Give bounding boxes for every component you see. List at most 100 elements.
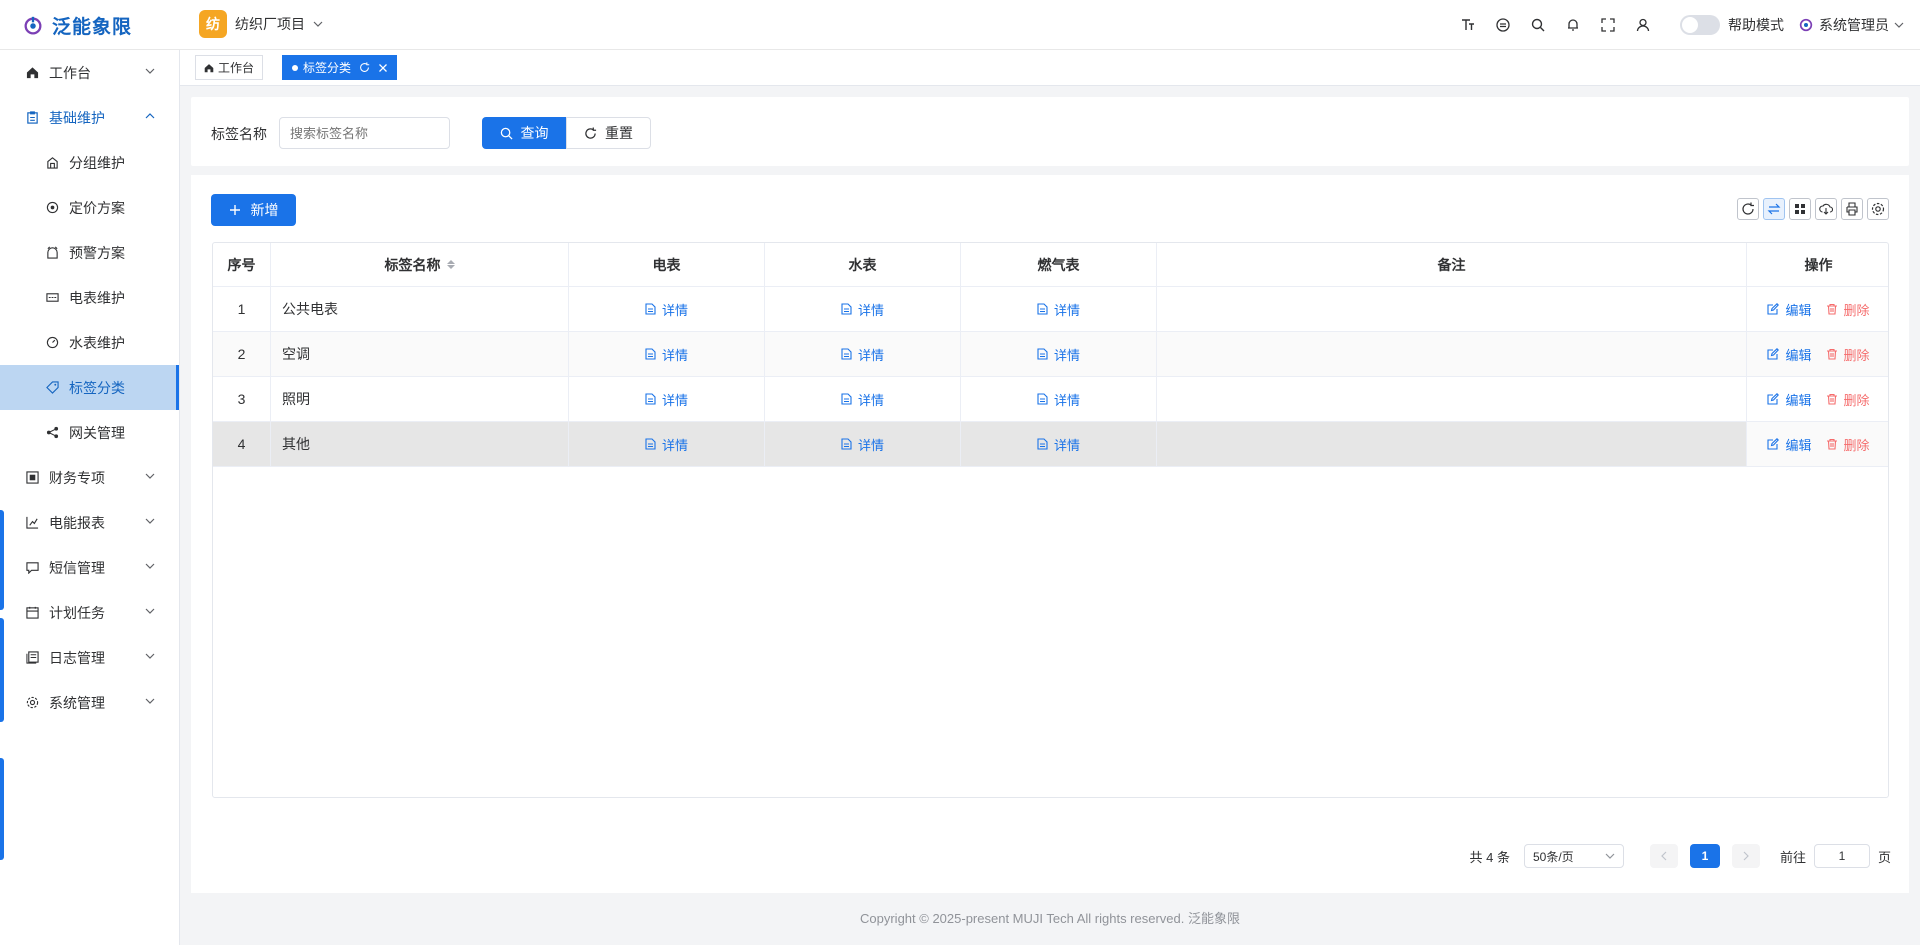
chevron-down-icon bbox=[143, 514, 157, 528]
search-icon bbox=[500, 127, 513, 140]
cell-electric-meter: 详情 bbox=[569, 377, 765, 421]
sidebar-item-alert-plan[interactable]: 预警方案 bbox=[0, 230, 179, 275]
electric-meter-detail-link[interactable]: 详情 bbox=[645, 390, 688, 409]
sidebar-edge-handle[interactable] bbox=[0, 758, 4, 860]
electric-meter-detail-link[interactable]: 详情 bbox=[645, 300, 688, 319]
page-unit-label: 页 bbox=[1877, 849, 1891, 865]
theme-icon[interactable] bbox=[1485, 12, 1520, 38]
help-mode-toggle[interactable] bbox=[1680, 15, 1720, 35]
add-button[interactable]: 新增 bbox=[211, 194, 296, 226]
next-page-button[interactable] bbox=[1731, 844, 1760, 868]
edit-button[interactable]: 编辑 bbox=[1767, 435, 1812, 454]
delete-button[interactable]: 删除 bbox=[1826, 435, 1870, 454]
meter-icon bbox=[45, 290, 59, 304]
sidebar-item-workbench[interactable]: 工作台 bbox=[0, 50, 179, 95]
sidebar-item-energy-report[interactable]: 电能报表 bbox=[0, 500, 179, 545]
sidebar-item-gateway[interactable]: 网关管理 bbox=[0, 410, 179, 455]
delete-button[interactable]: 删除 bbox=[1826, 345, 1870, 364]
water-meter-detail-link[interactable]: 详情 bbox=[841, 345, 884, 364]
total-count: 共 4 条 bbox=[1469, 849, 1510, 865]
sidebar-edge-handle[interactable] bbox=[0, 618, 4, 722]
column-header-water-meter: 水表 bbox=[765, 243, 961, 286]
gas-meter-detail-link[interactable]: 详情 bbox=[1037, 435, 1080, 454]
project-switcher[interactable]: 纺 纺织厂项目 bbox=[199, 10, 323, 38]
report-icon bbox=[25, 515, 39, 529]
chevron-right-icon bbox=[1743, 851, 1749, 861]
sidebar-item-system[interactable]: 系统管理 bbox=[0, 680, 179, 725]
page-size-select[interactable]: 50条/页 bbox=[1523, 844, 1624, 868]
sidebar-item-electric-meter[interactable]: 电表维护 bbox=[0, 275, 179, 320]
electric-meter-detail-link[interactable]: 详情 bbox=[645, 435, 688, 454]
tab-tag-category[interactable]: 标签分类 bbox=[282, 55, 398, 80]
pagination: 共 4 条 50条/页 1 前往 1 页 bbox=[1469, 844, 1891, 868]
sidebar-item-pricing-plan[interactable]: 定价方案 bbox=[0, 185, 179, 230]
gas-meter-detail-link[interactable]: 详情 bbox=[1037, 300, 1080, 319]
bell-icon[interactable] bbox=[1555, 12, 1590, 38]
user-menu[interactable]: 系统管理员 bbox=[1798, 15, 1904, 35]
water-meter-detail-link[interactable]: 详情 bbox=[841, 435, 884, 454]
sidebar-item-group-maintenance[interactable]: 分组维护 bbox=[0, 140, 179, 185]
refresh-icon[interactable] bbox=[359, 62, 370, 73]
sidebar-item-label: 分组维护 bbox=[69, 154, 125, 171]
chevron-down-icon bbox=[1605, 853, 1615, 859]
add-label: 新增 bbox=[250, 202, 279, 218]
settings-icon[interactable] bbox=[1867, 198, 1889, 220]
cell-gas-meter: 详情 bbox=[961, 377, 1157, 421]
density-icon[interactable] bbox=[1763, 198, 1785, 220]
sidebar-item-finance[interactable]: 财务专项 bbox=[0, 455, 179, 500]
page-number-current[interactable]: 1 bbox=[1689, 844, 1720, 868]
print-icon[interactable] bbox=[1841, 198, 1863, 220]
user-name: 系统管理员 bbox=[1819, 17, 1889, 33]
fullscreen-icon[interactable] bbox=[1590, 12, 1625, 38]
trash-icon bbox=[1826, 303, 1838, 315]
water-meter-detail-link[interactable]: 详情 bbox=[841, 300, 884, 319]
cell-gas-meter: 详情 bbox=[961, 422, 1157, 466]
table-row: 3 照明 详情 详情 详情 编辑 删除 bbox=[213, 377, 1888, 422]
tag-name-search-input[interactable] bbox=[279, 117, 450, 149]
gas-meter-detail-link[interactable]: 详情 bbox=[1037, 390, 1080, 409]
query-button[interactable]: 查询 bbox=[482, 117, 566, 149]
search-icon[interactable] bbox=[1520, 12, 1555, 38]
edit-button[interactable]: 编辑 bbox=[1767, 300, 1812, 319]
delete-label: 删除 bbox=[1843, 437, 1870, 453]
electric-meter-detail-link[interactable]: 详情 bbox=[645, 345, 688, 364]
cloud-download-icon[interactable] bbox=[1815, 198, 1837, 220]
gas-meter-detail-link[interactable]: 详情 bbox=[1037, 345, 1080, 364]
cell-tag-name: 空调 bbox=[271, 332, 569, 376]
edit-button[interactable]: 编辑 bbox=[1767, 345, 1812, 364]
sidebar-item-log[interactable]: 日志管理 bbox=[0, 635, 179, 680]
tag-table: 序号 标签名称 电表 水表 燃气表 备注 操作 1 公共电表 详情 详情 详情 … bbox=[212, 242, 1889, 798]
cell-tag-name: 其他 bbox=[271, 422, 569, 466]
column-header-tag-name[interactable]: 标签名称 bbox=[271, 243, 569, 286]
edit-button[interactable]: 编辑 bbox=[1767, 390, 1812, 409]
sidebar-item-sms[interactable]: 短信管理 bbox=[0, 545, 179, 590]
refresh-icon[interactable] bbox=[1737, 198, 1759, 220]
sidebar-item-label: 预警方案 bbox=[69, 244, 125, 261]
reset-button[interactable]: 重置 bbox=[566, 117, 651, 149]
clipboard-icon bbox=[25, 110, 39, 124]
sort-icon[interactable] bbox=[446, 260, 455, 269]
sidebar-edge-handle[interactable] bbox=[0, 510, 4, 610]
user-icon[interactable] bbox=[1625, 12, 1660, 38]
close-icon[interactable] bbox=[378, 63, 388, 73]
dot-icon bbox=[292, 64, 298, 71]
sidebar-item-tag-category[interactable]: 标签分类 bbox=[0, 365, 179, 410]
delete-button[interactable]: 删除 bbox=[1826, 300, 1870, 319]
prev-page-button[interactable] bbox=[1649, 844, 1678, 868]
cell-remark bbox=[1157, 422, 1747, 466]
grid-icon[interactable] bbox=[1789, 198, 1811, 220]
chevron-down-icon bbox=[1894, 22, 1904, 28]
tab-workbench[interactable]: 工作台 bbox=[195, 55, 264, 80]
goto-page-input[interactable]: 1 bbox=[1813, 844, 1870, 868]
sidebar-item-scheduled-task[interactable]: 计划任务 bbox=[0, 590, 179, 635]
cell-index: 1 bbox=[213, 287, 271, 331]
water-meter-detail-link[interactable]: 详情 bbox=[841, 390, 884, 409]
table-panel: 新增 序号 标签名称 电表 水表 燃气表 备注 操作 1 公共电表 详情 详情 … bbox=[191, 175, 1909, 893]
brand-logo[interactable]: 泛能象限 bbox=[22, 12, 132, 39]
document-icon bbox=[645, 393, 656, 405]
font-size-icon[interactable] bbox=[1450, 12, 1485, 38]
sidebar-item-basic-maintenance[interactable]: 基础维护 bbox=[0, 95, 179, 140]
sidebar-item-water-meter[interactable]: 水表维护 bbox=[0, 320, 179, 365]
edit-icon bbox=[1767, 348, 1780, 360]
delete-button[interactable]: 删除 bbox=[1826, 390, 1870, 409]
